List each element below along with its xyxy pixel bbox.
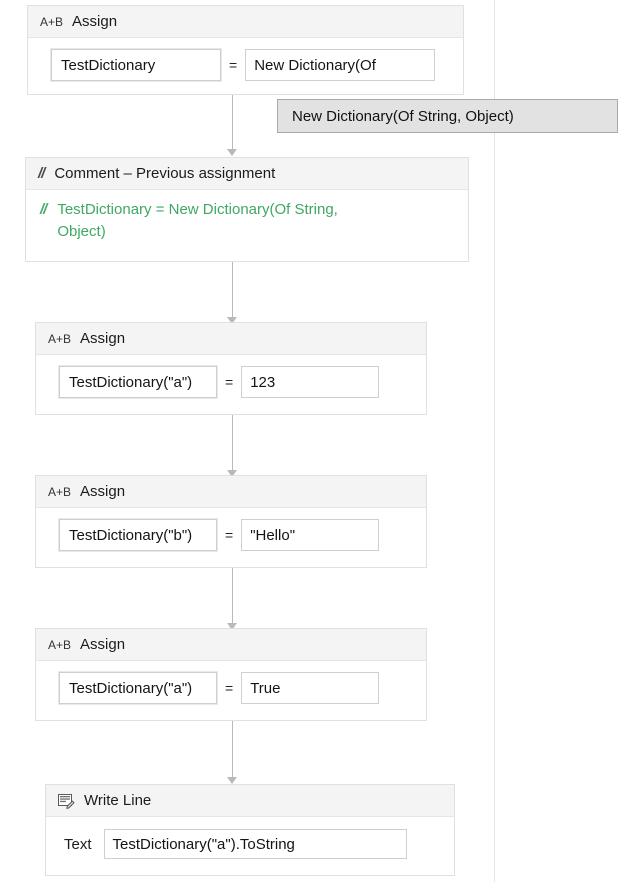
activity-body: Text TestDictionary("a").ToString bbox=[46, 817, 454, 873]
activity-body: TestDictionary("a") = 123 bbox=[36, 355, 426, 409]
writeline-text-value: TestDictionary("a").ToString bbox=[113, 836, 295, 853]
activity-header: // Comment – Previous assignment bbox=[26, 158, 468, 190]
assign-row: TestDictionary = New Dictionary(Of bbox=[28, 38, 463, 92]
connector-line bbox=[232, 262, 233, 317]
assign-row: TestDictionary("a") = 123 bbox=[36, 355, 426, 409]
tooltip-text: New Dictionary(Of String, Object) bbox=[292, 108, 514, 125]
activity-card-assign-2[interactable]: A+B Assign TestDictionary("a") = 123 bbox=[35, 322, 427, 415]
activity-header: A+B Assign bbox=[36, 629, 426, 661]
assign-row: TestDictionary("b") = "Hello" bbox=[36, 508, 426, 562]
activity-card-assign-1[interactable]: A+B Assign TestDictionary = New Dictiona… bbox=[27, 5, 464, 95]
activity-title: Assign bbox=[72, 14, 117, 29]
connector-line bbox=[232, 415, 233, 470]
assign-to-field[interactable]: TestDictionary bbox=[50, 48, 222, 82]
activity-header: A+B Assign bbox=[28, 6, 463, 38]
workflow-designer-canvas[interactable]: A+B Assign TestDictionary = New Dictiona… bbox=[0, 0, 618, 882]
assign-row: TestDictionary("a") = True bbox=[36, 661, 426, 715]
activity-card-comment-1[interactable]: // Comment – Previous assignment // Test… bbox=[25, 157, 469, 262]
activity-body: TestDictionary("a") = True bbox=[36, 661, 426, 715]
assign-operator: = bbox=[225, 374, 233, 390]
activity-header: Write Line bbox=[46, 785, 454, 817]
assign-to-field[interactable]: TestDictionary("b") bbox=[58, 518, 218, 552]
assign-value-text: True bbox=[250, 680, 280, 697]
activity-card-assign-4[interactable]: A+B Assign TestDictionary("a") = True bbox=[35, 628, 427, 721]
assign-operator: = bbox=[229, 57, 237, 73]
assign-value-text: 123 bbox=[250, 374, 275, 391]
activity-title: Comment – Previous assignment bbox=[54, 166, 275, 181]
connector-arrowhead bbox=[227, 777, 237, 784]
ab-icon: A+B bbox=[48, 333, 71, 345]
activity-header: A+B Assign bbox=[36, 476, 426, 508]
connector-line bbox=[232, 95, 233, 149]
assign-to-value: TestDictionary("a") bbox=[59, 672, 217, 704]
writeline-text-field[interactable]: TestDictionary("a").ToString bbox=[103, 828, 408, 860]
assign-value-text: New Dictionary(Of bbox=[254, 57, 376, 74]
assign-to-field[interactable]: TestDictionary("a") bbox=[58, 671, 218, 705]
activity-card-assign-3[interactable]: A+B Assign TestDictionary("b") = "Hello" bbox=[35, 475, 427, 568]
comment-mark: // bbox=[40, 199, 46, 243]
activity-card-writeline-1[interactable]: Write Line Text TestDictionary("a").ToSt… bbox=[45, 784, 455, 876]
activity-body: TestDictionary("b") = "Hello" bbox=[36, 508, 426, 562]
connector-arrowhead bbox=[227, 149, 237, 156]
activity-header: A+B Assign bbox=[36, 323, 426, 355]
connector-line bbox=[232, 568, 233, 623]
assign-to-field[interactable]: TestDictionary("a") bbox=[58, 365, 218, 399]
comment-text[interactable]: TestDictionary = New Dictionary(Of Strin… bbox=[57, 199, 357, 243]
assign-value-field[interactable]: New Dictionary(Of bbox=[244, 48, 436, 82]
comment-body: // TestDictionary = New Dictionary(Of St… bbox=[26, 190, 468, 255]
expression-tooltip: New Dictionary(Of String, Object) bbox=[277, 99, 618, 133]
activity-body: TestDictionary = New Dictionary(Of bbox=[28, 38, 463, 92]
assign-to-value: TestDictionary("a") bbox=[59, 366, 217, 398]
ab-icon: A+B bbox=[48, 486, 71, 498]
activity-title: Write Line bbox=[84, 793, 151, 808]
writeline-row: Text TestDictionary("a").ToString bbox=[46, 817, 454, 873]
double-slash-icon: // bbox=[38, 166, 44, 181]
assign-operator: = bbox=[225, 527, 233, 543]
write-line-icon bbox=[58, 794, 75, 809]
ab-icon: A+B bbox=[40, 16, 63, 28]
assign-value-text: "Hello" bbox=[250, 527, 295, 544]
assign-value-field[interactable]: 123 bbox=[240, 365, 380, 399]
activity-title: Assign bbox=[80, 331, 125, 346]
assign-to-value: TestDictionary bbox=[51, 49, 221, 81]
assign-value-field[interactable]: True bbox=[240, 671, 380, 705]
assign-value-field[interactable]: "Hello" bbox=[240, 518, 380, 552]
connector-line bbox=[232, 721, 233, 777]
activity-title: Assign bbox=[80, 484, 125, 499]
ab-icon: A+B bbox=[48, 639, 71, 651]
text-field-label: Text bbox=[64, 836, 92, 853]
assign-to-value: TestDictionary("b") bbox=[59, 519, 217, 551]
assign-operator: = bbox=[225, 680, 233, 696]
activity-title: Assign bbox=[80, 637, 125, 652]
